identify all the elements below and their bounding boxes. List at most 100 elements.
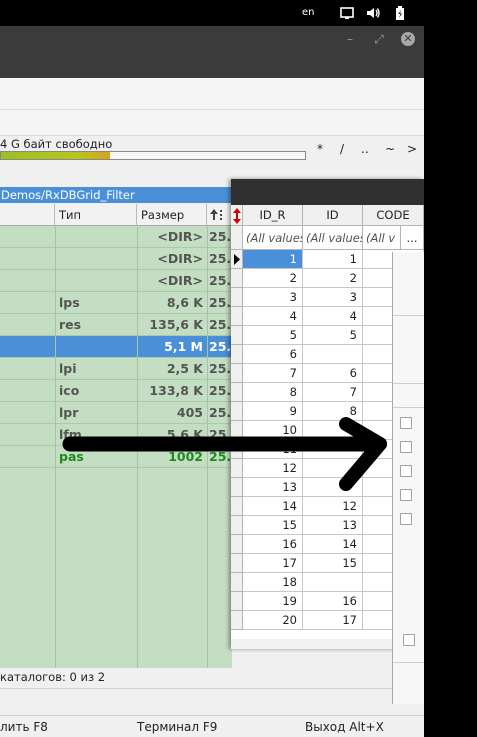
id-cell[interactable]: 13 — [303, 516, 363, 535]
id-r-cell[interactable]: 11 — [243, 440, 303, 459]
file-row[interactable]: res 135,6 K 25. — [0, 314, 232, 336]
id-r-cell[interactable]: 6 — [243, 345, 303, 364]
nav-up-button[interactable]: .. — [361, 142, 369, 156]
dialog-title-bar[interactable] — [231, 179, 424, 205]
row-indicator — [231, 307, 243, 326]
id-cell[interactable]: 14 — [303, 535, 363, 554]
id-cell[interactable]: 2 — [303, 269, 363, 288]
id-cell[interactable] — [303, 345, 363, 364]
popup-divider — [393, 383, 425, 384]
nav-slash-button[interactable]: / — [340, 142, 344, 156]
id-cell[interactable]: 17 — [303, 611, 363, 630]
filter-ellipsis-button[interactable]: ... — [401, 226, 424, 250]
file-row[interactable]: <DIR> 25. — [0, 270, 232, 292]
column-header-type[interactable]: Тип — [55, 204, 137, 226]
id-r-cell[interactable]: 18 — [243, 573, 303, 592]
id-r-cell[interactable]: 17 — [243, 554, 303, 573]
file-row[interactable]: pas 1002 25. — [0, 446, 232, 468]
id-r-cell[interactable]: 5 — [243, 326, 303, 345]
filter-id-input[interactable]: (All values) — [303, 226, 363, 250]
file-date-cell: 25. — [209, 229, 232, 244]
function-key-bar: лить F8 Терминал F9 Выход Alt+X — [0, 715, 424, 737]
file-row[interactable]: lpr 405 25. — [0, 402, 232, 424]
file-row[interactable]: lps 8,6 K 25. — [0, 292, 232, 314]
id-cell[interactable] — [303, 421, 363, 440]
file-row[interactable]: ico 133,8 K 25. — [0, 380, 232, 402]
current-path[interactable]: Demos/RxDBGrid_Filter — [0, 187, 232, 203]
select-all-checkbox[interactable] — [400, 417, 412, 429]
id-cell[interactable]: 16 — [303, 592, 363, 611]
id-r-cell[interactable]: 8 — [243, 383, 303, 402]
id-r-cell[interactable]: 4 — [243, 307, 303, 326]
filter-id-r-input[interactable]: (All values) — [243, 226, 303, 250]
id-cell[interactable] — [303, 478, 363, 497]
terminal-button[interactable]: Терминал F9 — [137, 720, 217, 734]
battery-icon[interactable] — [392, 5, 408, 21]
id-cell[interactable]: 12 — [303, 497, 363, 516]
id-r-cell[interactable]: 3 — [243, 288, 303, 307]
column-header-date[interactable] — [207, 204, 232, 226]
file-list[interactable]: Тип Размер <DIR> 25. <DIR> 25. <DIR> 25. lps 8,… — [0, 204, 232, 668]
value-checkbox[interactable] — [400, 489, 412, 501]
nav-root-button[interactable]: * — [317, 142, 323, 156]
current-row-icon — [234, 254, 240, 265]
id-r-cell[interactable]: 19 — [243, 592, 303, 611]
column-header-code[interactable]: CODE — [363, 205, 424, 226]
id-cell[interactable]: 7 — [303, 383, 363, 402]
id-cell[interactable]: 3 — [303, 288, 363, 307]
id-cell[interactable]: 8 — [303, 402, 363, 421]
id-r-cell[interactable]: 20 — [243, 611, 303, 630]
id-cell[interactable]: 6 — [303, 364, 363, 383]
nav-next-button[interactable]: > — [407, 142, 417, 156]
id-r-cell[interactable]: 13 — [243, 478, 303, 497]
id-r-cell[interactable]: 12 — [243, 459, 303, 478]
restore-button[interactable]: ⤢ — [372, 32, 386, 46]
id-r-cell[interactable]: 14 — [243, 497, 303, 516]
file-type-cell — [59, 270, 135, 292]
volume-icon[interactable] — [365, 5, 381, 21]
id-cell[interactable]: 15 — [303, 554, 363, 573]
file-row[interactable]: <DIR> 25. — [0, 226, 232, 248]
keyboard-layout-indicator[interactable]: en — [302, 7, 315, 18]
all-checkbox[interactable] — [403, 634, 415, 646]
resize-arrows-icon — [232, 208, 241, 224]
id-r-cell[interactable]: 16 — [243, 535, 303, 554]
screen-edge — [424, 0, 477, 737]
exit-button[interactable]: Выход Alt+X — [305, 720, 384, 734]
file-row[interactable]: <DIR> 25. — [0, 248, 232, 270]
nav-home-button[interactable]: ~ — [385, 142, 395, 156]
id-r-cell[interactable]: 15 — [243, 516, 303, 535]
file-size-cell: 133,8 K — [149, 383, 203, 398]
column-header-name[interactable] — [0, 204, 55, 226]
id-r-cell[interactable]: 10 — [243, 421, 303, 440]
id-r-cell[interactable]: 1 — [243, 250, 303, 269]
id-cell[interactable]: 5 — [303, 326, 363, 345]
close-button[interactable]: ✕ — [401, 32, 415, 46]
toolbar — [0, 78, 424, 136]
filter-code-input[interactable]: (All v — [363, 226, 401, 250]
id-r-cell[interactable]: 2 — [243, 269, 303, 288]
f8-button[interactable]: лить F8 — [0, 720, 48, 734]
value-checkbox[interactable] — [400, 465, 412, 477]
file-row[interactable]: lpi 2,5 K 25. — [0, 358, 232, 380]
column-header-id-r[interactable]: ID_R — [243, 205, 303, 226]
screen-icon[interactable] — [339, 5, 355, 21]
value-checkbox[interactable] — [400, 513, 412, 525]
id-cell[interactable]: 4 — [303, 307, 363, 326]
file-row[interactable]: lfm 5,6 K 25. — [0, 424, 232, 446]
minimize-button[interactable]: – — [343, 32, 357, 46]
column-header-size[interactable]: Размер — [137, 204, 207, 226]
id-r-cell[interactable]: 7 — [243, 364, 303, 383]
column-divider — [137, 226, 138, 668]
id-cell[interactable]: 1 — [303, 250, 363, 269]
file-date-cell: 25. — [209, 449, 232, 464]
window-title-bar[interactable] — [0, 26, 424, 78]
column-header-id[interactable]: ID — [303, 205, 363, 226]
id-r-cell[interactable]: 9 — [243, 402, 303, 421]
value-checkbox[interactable] — [400, 441, 412, 453]
id-cell[interactable] — [303, 573, 363, 592]
id-cell[interactable] — [303, 440, 363, 459]
id-cell[interactable] — [303, 459, 363, 478]
file-row[interactable]: 5,1 M 25. — [0, 336, 232, 358]
file-size-cell: <DIR> — [157, 273, 203, 288]
